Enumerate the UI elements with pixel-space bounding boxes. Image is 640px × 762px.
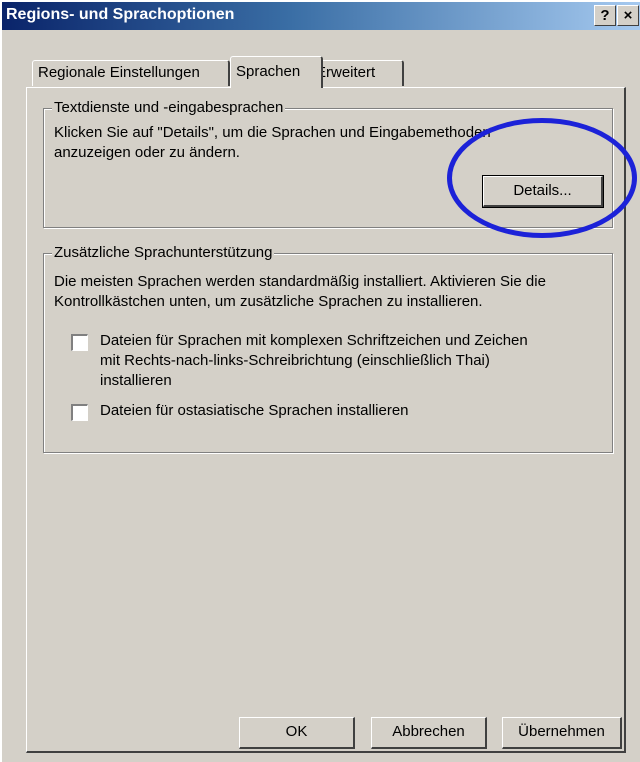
complex-script-label-line3: installieren	[100, 372, 172, 389]
complex-script-label-line2: mit Rechts-nach-links-Schreibrichtung (e…	[100, 352, 490, 369]
details-button[interactable]: Details...	[482, 175, 604, 208]
cancel-button[interactable]: Abbrechen	[371, 717, 487, 749]
text-services-description-line1: Klicken Sie auf "Details", um die Sprach…	[54, 124, 491, 141]
tab-panel-languages: Textdienste und -eingabesprachen Klicken…	[26, 87, 626, 753]
help-button[interactable]: ?	[594, 5, 616, 26]
tab-languages[interactable]: Sprachen	[230, 56, 323, 88]
close-button[interactable]: ×	[617, 5, 639, 26]
text-services-group: Textdienste und -eingabesprachen Klicken…	[43, 99, 613, 228]
ok-button[interactable]: OK	[239, 717, 355, 749]
complex-script-checkbox[interactable]	[71, 334, 88, 351]
text-services-description-line2: anzuzeigen oder zu ändern.	[54, 144, 240, 161]
east-asian-label: Dateien für ostasiatische Sprachen insta…	[100, 402, 409, 419]
dialog-window: Regions- und Sprachoptionen ? × Regional…	[0, 0, 640, 762]
text-services-legend: Textdienste und -eingabesprachen	[52, 99, 286, 116]
complex-script-label-line1: Dateien für Sprachen mit komplexen Schri…	[100, 332, 528, 349]
tab-regional-settings[interactable]: Regionale Einstellungen	[32, 60, 230, 86]
supplemental-description-line2: Kontrollkästchen unten, um zusätzliche S…	[54, 293, 483, 310]
window-title: Regions- und Sprachoptionen	[6, 6, 235, 23]
supplemental-language-group: Zusätzliche Sprachunterstützung Die meis…	[43, 244, 613, 453]
supplemental-description-line1: Die meisten Sprachen werden standardmäßi…	[54, 273, 546, 290]
tab-advanced[interactable]: Erweitert	[310, 60, 404, 86]
supplemental-legend: Zusätzliche Sprachunterstützung	[52, 244, 275, 261]
apply-button[interactable]: Übernehmen	[502, 717, 622, 749]
east-asian-checkbox[interactable]	[71, 404, 88, 421]
title-bar[interactable]: Regions- und Sprachoptionen ? ×	[2, 2, 640, 30]
